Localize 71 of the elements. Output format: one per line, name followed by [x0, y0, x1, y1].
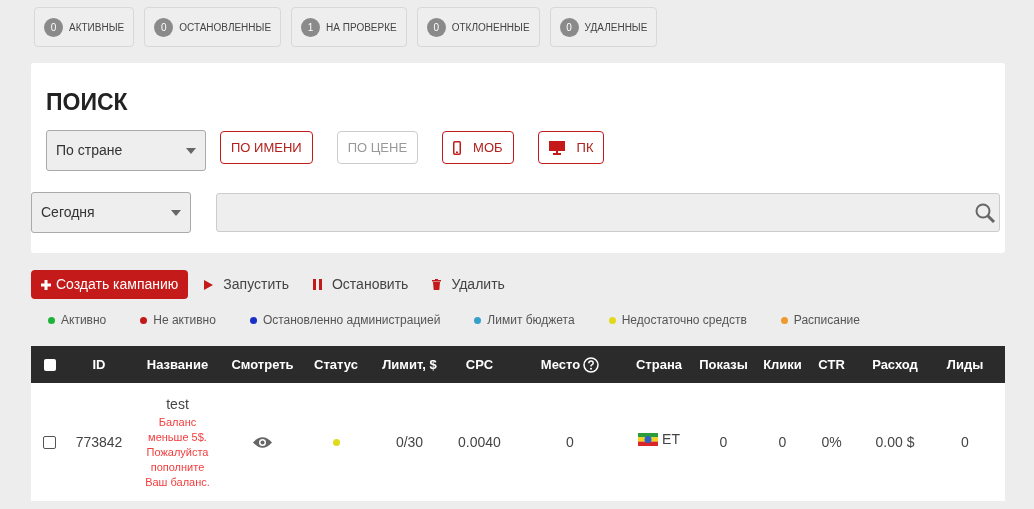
column-header: Лиды — [946, 355, 984, 374]
count-badge: 0 — [559, 17, 579, 37]
create-campaign-button[interactable]: Создать кампанию — [31, 270, 189, 299]
legend-label: Расписание — [793, 312, 860, 329]
column-header: Показы — [699, 355, 748, 374]
count-badge: 0 — [44, 17, 63, 37]
filter-button[interactable]: ПК — [537, 131, 605, 164]
eye-icon[interactable] — [253, 435, 272, 449]
status-tab[interactable]: 1 НА ПРОВЕРКЕ — [291, 7, 407, 47]
flag-icon — [638, 432, 659, 446]
table-cell-text: ET — [662, 429, 680, 449]
search-title: ПОИСК — [46, 88, 128, 117]
column-header: Лимит, $ — [382, 355, 437, 374]
balance-warning: Баланс меньше 5$. Пожалуйста пополните Ваш баланс. — [144, 415, 211, 490]
table-cell-text: 0.0040 — [458, 432, 501, 452]
table-cell-text: 0 — [566, 432, 574, 452]
checkbox[interactable] — [43, 358, 56, 371]
count-badge: 0 — [426, 17, 446, 37]
tab-label: НА ПРОВЕРКЕ — [326, 20, 397, 35]
action-button[interactable]: Запустить — [202, 270, 291, 299]
column-header: Место — [540, 355, 581, 374]
status-tab[interactable]: 0 АКТИВНЫЕ — [34, 7, 135, 47]
table-cell-text: 0 — [961, 432, 969, 452]
column-header: CTR — [818, 355, 845, 374]
column-header: Название — [146, 355, 209, 374]
legend-label: Остановленно администрацией — [262, 312, 441, 329]
pause-icon — [312, 279, 322, 290]
legend-label: Активно — [61, 312, 107, 329]
table-cell-text: 0 — [719, 432, 728, 452]
play-icon — [204, 279, 214, 290]
table-cell-text: 0.00 $ — [875, 432, 915, 452]
phone-icon — [453, 140, 462, 155]
legend-label: Недостаточно средств — [621, 312, 747, 329]
column-header: Клики — [763, 355, 802, 374]
action-button[interactable]: Остановить — [310, 270, 411, 299]
filter-button[interactable]: ПО ИМЕНИ — [220, 131, 313, 164]
status-tab[interactable]: 0 ОСТАНОВЛЕННЫЕ — [144, 7, 282, 47]
status-tab[interactable]: 0 ОТКЛОНЕННЫЕ — [416, 7, 540, 47]
trash-icon — [432, 279, 442, 290]
search-icon[interactable] — [974, 201, 996, 224]
legend-label: Не активно — [153, 312, 216, 329]
table-cell-text: 0% — [821, 432, 842, 452]
column-header: CPC — [465, 355, 494, 374]
tab-label: УДАЛЕННЫЕ — [584, 20, 648, 35]
status-tab[interactable]: 0 УДАЛЕННЫЕ — [549, 7, 658, 47]
campaign-name[interactable]: test — [166, 394, 189, 415]
filter-button[interactable]: МОБ — [442, 131, 514, 164]
action-button[interactable]: Удалить — [430, 270, 507, 299]
plus-icon — [41, 279, 51, 290]
table-cell-text: 773842 — [75, 432, 123, 452]
search-field[interactable] — [216, 193, 1000, 232]
count-badge: 0 — [154, 17, 174, 37]
tab-label: ОТКЛОНЕННЫЕ — [451, 20, 530, 35]
column-header: Статус — [314, 355, 358, 374]
tab-label: АКТИВНЫЕ — [69, 20, 125, 35]
caret-icon — [171, 209, 181, 216]
tab-label: ОСТАНОВЛЕННЫЕ — [179, 20, 272, 35]
table-cell-text: 0/30 — [395, 432, 424, 452]
table-cell-text: 0 — [778, 432, 787, 452]
filter-select[interactable]: По стране — [46, 130, 206, 171]
column-header: Смотреть — [231, 355, 294, 374]
monitor-icon — [548, 140, 565, 155]
count-badge: 1 — [301, 17, 321, 37]
legend-label: Лимит бюджета — [487, 312, 575, 329]
checkbox[interactable] — [43, 435, 56, 449]
column-header: Расход — [872, 355, 918, 374]
help-icon[interactable] — [583, 356, 600, 373]
period-select[interactable]: Сегодня — [31, 192, 191, 233]
column-header: Страна — [636, 355, 682, 374]
caret-icon — [186, 147, 196, 154]
column-header: ID — [92, 355, 106, 374]
